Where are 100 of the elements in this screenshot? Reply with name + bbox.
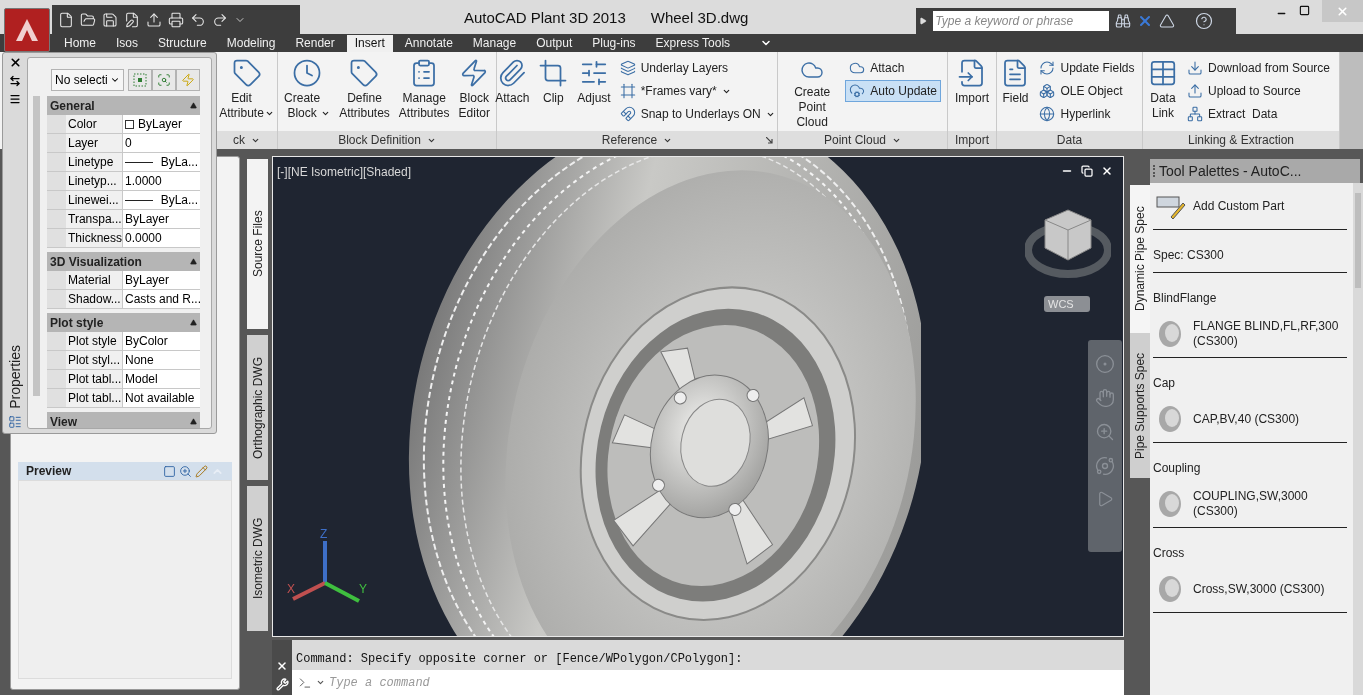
ribbon-button[interactable]: Field xyxy=(996,52,1035,130)
restore-icon[interactable] xyxy=(1081,165,1093,177)
command-field[interactable]: Type a command xyxy=(292,670,1124,695)
search-field[interactable]: Type a keyword or phrase xyxy=(933,11,1110,31)
toggle-pickadd-button[interactable] xyxy=(128,69,152,91)
auto-hide-icon[interactable] xyxy=(9,75,21,87)
palette-tab[interactable]: Pipe Supports Spec xyxy=(1130,333,1150,478)
save-as-icon[interactable] xyxy=(124,11,140,28)
property-row[interactable]: Layer 0 xyxy=(47,134,200,153)
ribbon-tab[interactable]: Modeling xyxy=(218,35,284,52)
properties-menu-icon[interactable] xyxy=(9,93,21,105)
ribbon-small-button[interactable]: OLE Object xyxy=(1035,80,1139,102)
panel-title-bar[interactable]: Import xyxy=(948,131,996,149)
preview-header[interactable]: Preview xyxy=(18,462,232,480)
new-file-icon[interactable] xyxy=(58,11,74,28)
close-icon[interactable] xyxy=(276,660,288,672)
palette-icon[interactable] xyxy=(8,415,22,429)
close-icon[interactable] xyxy=(1101,165,1113,177)
drawing-tab[interactable]: Isometric DWG xyxy=(247,486,268,631)
drawing-tab[interactable]: Source Files xyxy=(247,159,268,329)
panel-title-bar[interactable]: Point Cloud xyxy=(778,131,947,149)
ribbon-tab[interactable]: Annotate xyxy=(396,35,461,52)
property-row[interactable]: Material ByLayer xyxy=(47,271,200,290)
ribbon-small-button[interactable]: Auto Update xyxy=(845,80,941,102)
palette-title-bar[interactable]: Tool Palettes - AutoC... xyxy=(1150,159,1360,183)
property-row[interactable]: Shadow... Casts and R... xyxy=(47,290,200,309)
ribbon-tab[interactable]: Output xyxy=(528,35,581,52)
application-menu-button[interactable] xyxy=(4,8,50,52)
property-row[interactable]: Thickness 0.0000 xyxy=(47,229,200,248)
ribbon-button[interactable]: Block Editor xyxy=(454,52,494,130)
square-icon[interactable] xyxy=(163,464,176,478)
scrollbar[interactable] xyxy=(1353,183,1363,695)
maximize-icon[interactable] xyxy=(1299,5,1310,16)
property-row[interactable]: Plot style ByColor xyxy=(47,332,200,351)
panel-title-bar[interactable]: Data xyxy=(997,131,1142,149)
palette-tool[interactable]: CAP,BV,40 (CS300) xyxy=(1153,404,1347,434)
ribbon-tab[interactable]: Insert xyxy=(346,35,393,52)
print-icon[interactable] xyxy=(168,11,184,28)
ribbon-small-button[interactable]: Upload to Source xyxy=(1182,80,1335,102)
ribbon-button[interactable]: Import xyxy=(951,52,993,130)
command-input[interactable]: Type a command xyxy=(329,673,1118,692)
property-row[interactable]: Plot tabl... Model xyxy=(47,370,200,389)
drawing-tab[interactable]: Orthographic DWG xyxy=(247,335,268,480)
ribbon-button[interactable]: Adjust xyxy=(573,52,615,130)
binoculars-icon[interactable] xyxy=(1115,13,1132,29)
wrench-icon[interactable] xyxy=(275,678,289,691)
ribbon-button[interactable]: Define Attributes xyxy=(335,52,394,130)
section-header[interactable]: General xyxy=(47,96,200,115)
close-icon[interactable] xyxy=(8,56,22,69)
ribbon-tab[interactable]: Home xyxy=(56,35,104,52)
save-icon[interactable] xyxy=(102,11,118,28)
ribbon-button[interactable]: Attach xyxy=(491,52,534,130)
property-row[interactable]: Plot tabl... Not available xyxy=(47,389,200,408)
ribbon-small-button[interactable]: Hyperlink xyxy=(1035,103,1139,125)
property-value[interactable]: Casts and R... xyxy=(125,290,200,308)
panel-title-bar[interactable]: Block Definition xyxy=(278,131,496,149)
property-row[interactable]: Color ByLayer xyxy=(47,115,200,134)
panel-title-bar[interactable]: ck xyxy=(216,131,277,149)
ribbon-small-button[interactable]: Attach xyxy=(845,57,941,79)
selection-dropdown[interactable]: No selecti xyxy=(51,69,124,91)
ribbon-tab[interactable]: Manage xyxy=(464,35,525,52)
property-value[interactable]: 0 xyxy=(125,134,132,152)
ribbon-small-button[interactable]: *Frames vary* xyxy=(615,80,779,102)
ribbon-button[interactable]: Create Block xyxy=(280,52,335,130)
undo-icon[interactable] xyxy=(190,11,206,28)
section-header[interactable]: View xyxy=(47,412,200,428)
ribbon-small-button[interactable]: Underlay Layers xyxy=(615,57,779,79)
ribbon-button[interactable]: Manage Attributes xyxy=(394,52,454,130)
expand-icon[interactable] xyxy=(919,17,928,25)
ribbon-button[interactable]: Edit Attribute xyxy=(215,52,278,130)
ribbon-tab[interactable]: Isos xyxy=(108,35,147,52)
pencil-icon[interactable] xyxy=(195,464,208,478)
property-row[interactable]: Linetype ByLa... xyxy=(47,153,200,172)
scrollbar[interactable] xyxy=(33,96,40,396)
ribbon-button[interactable]: Clip xyxy=(534,52,573,130)
ribbon-tab[interactable]: Structure xyxy=(150,35,215,52)
palette-tab[interactable]: Dynamic Pipe Spec xyxy=(1130,185,1150,333)
ribbon-tab[interactable]: Express Tools xyxy=(647,35,739,52)
scrollbar-thumb[interactable] xyxy=(1355,193,1361,288)
property-row[interactable]: Transpa... ByLayer xyxy=(47,210,200,229)
panel-title-bar[interactable]: Reference xyxy=(497,131,777,149)
ribbon-small-button[interactable]: Snap to Underlays ON xyxy=(615,103,779,125)
palette-tool[interactable]: FLANGE BLIND,FL,RF,300 (CS300) xyxy=(1153,319,1347,349)
ribbon-button[interactable]: Create Point Cloud xyxy=(780,52,845,130)
property-row[interactable]: Linewei... ByLa... xyxy=(47,191,200,210)
section-header[interactable]: Plot style xyxy=(47,313,200,332)
palette-tool[interactable]: Add Custom Part xyxy=(1153,191,1347,221)
help-icon[interactable] xyxy=(1195,12,1214,30)
drawing-viewport[interactable]: [-][NE Isometric][Shaded] WCS X Y Z xyxy=(272,156,1124,637)
redo-icon[interactable] xyxy=(212,11,228,28)
triangle-icon[interactable] xyxy=(1159,13,1176,29)
section-header[interactable]: 3D Visualization xyxy=(47,252,200,271)
ribbon-tab[interactable]: Render xyxy=(287,35,343,52)
open-folder-icon[interactable] xyxy=(80,11,96,28)
palette-tool[interactable]: COUPLING,SW,3000 (CS300) xyxy=(1153,489,1347,519)
property-row[interactable]: Linetyp... 1.0000 xyxy=(47,172,200,191)
property-row[interactable]: Plot styl... None xyxy=(47,351,200,370)
dialog-launcher-icon[interactable] xyxy=(766,136,773,144)
select-objects-button[interactable] xyxy=(152,69,176,91)
palette-tool[interactable]: Cross,SW,3000 (CS300) xyxy=(1153,574,1347,604)
